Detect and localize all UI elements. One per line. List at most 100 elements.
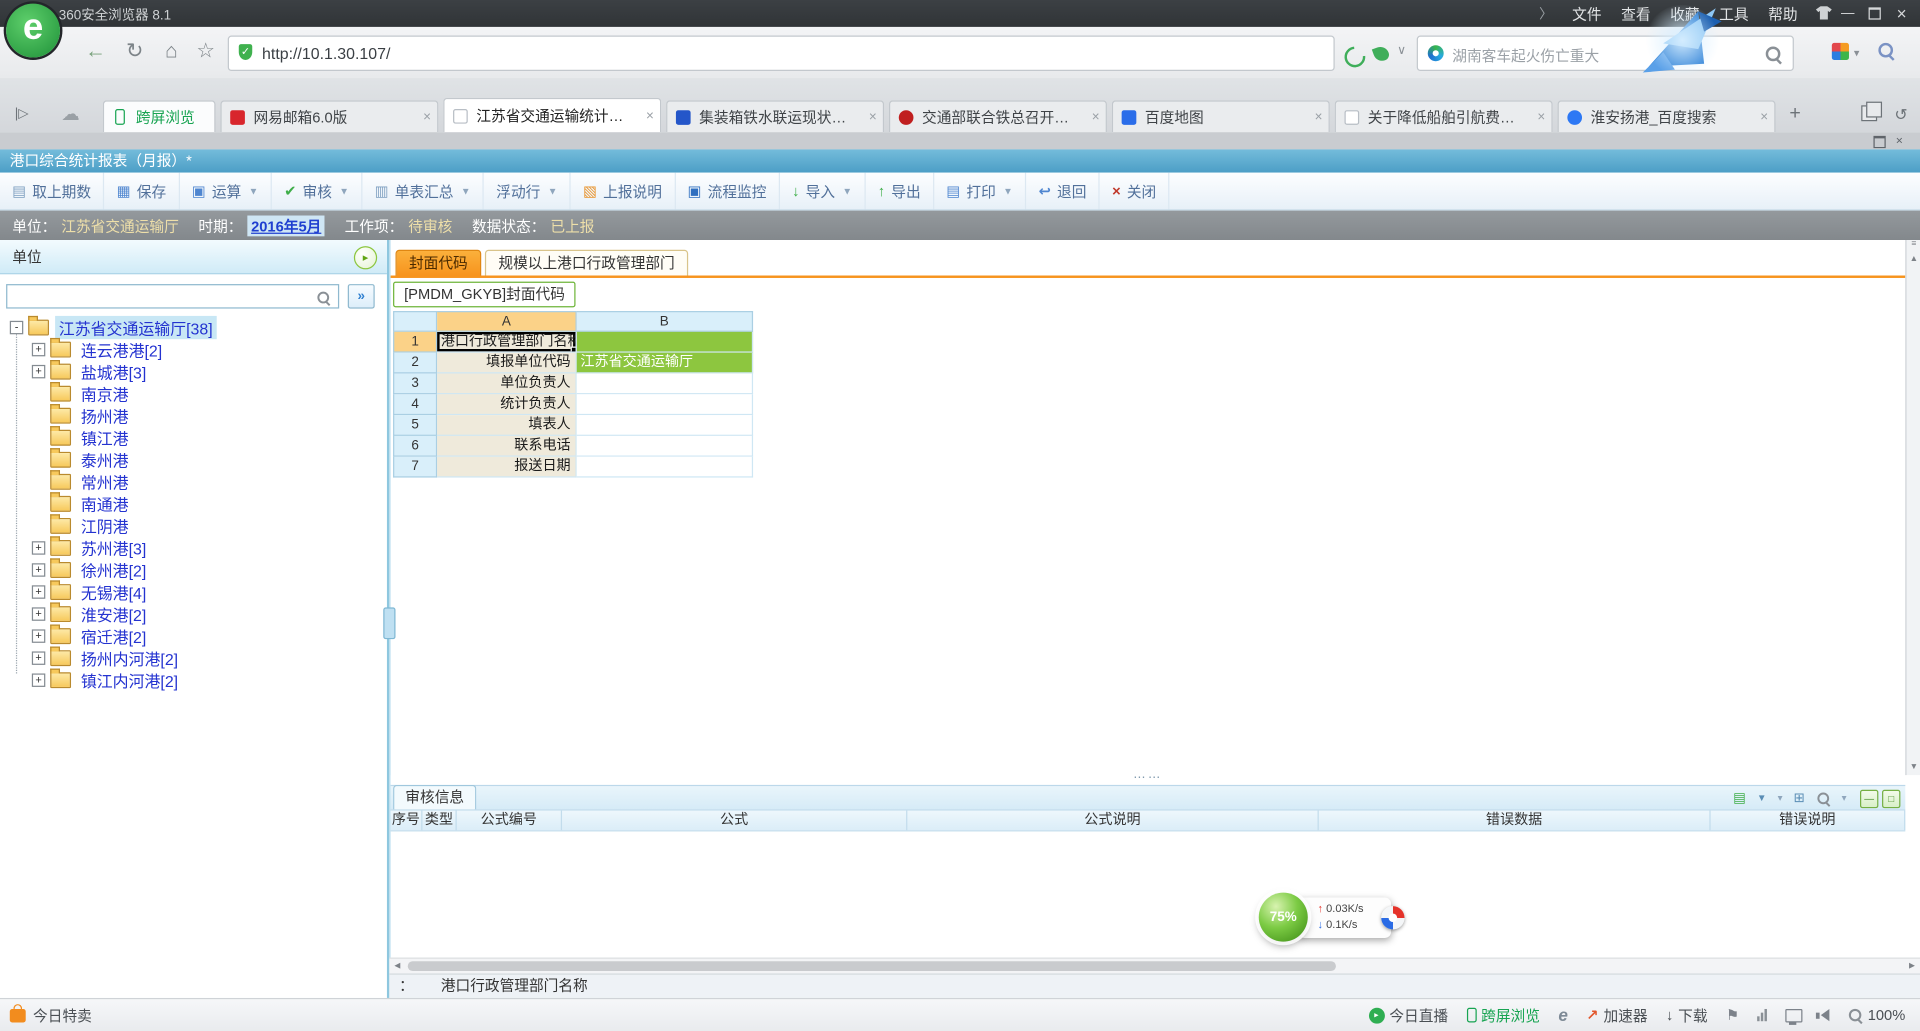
tree-toggle-icon[interactable] (32, 519, 45, 532)
tab-collapse-icon[interactable]: |▷ (15, 105, 29, 121)
tree-toggle-icon[interactable]: + (32, 585, 45, 598)
row-header[interactable]: 1 (393, 332, 437, 353)
accelerator-label[interactable]: 加速器 (1603, 1005, 1647, 1026)
tree-toggle-icon[interactable] (32, 430, 45, 443)
tree-item-label[interactable]: 镇江内河港[2] (77, 668, 182, 691)
audit-column-header[interactable]: 公式 (562, 811, 907, 831)
tree-item-label[interactable]: 连云港港[2] (77, 337, 166, 360)
download-item[interactable]: ↓ 下载 (1666, 1005, 1708, 1026)
toolbar-dropdown-icon[interactable]: ▼ (249, 186, 259, 197)
search-input[interactable]: 湖南客车起火伤亡重大 (1452, 45, 1599, 66)
tree-item[interactable]: + 苏州港[3] (0, 536, 387, 558)
toolbar-button[interactable]: ↓ 导入 ▼ (780, 173, 866, 210)
reopen-closed-tab-icon[interactable]: ↺ (1894, 105, 1907, 125)
cell-b[interactable]: 江苏省交通运输厅 (577, 353, 753, 374)
search-icon[interactable] (1766, 47, 1781, 62)
cell-a[interactable]: 填报单位代码 (437, 353, 577, 374)
tree-toggle-icon[interactable]: + (32, 342, 45, 355)
horizontal-scrollbar[interactable]: ◄ ► (389, 958, 1920, 974)
horizontal-splitter[interactable]: ⋯⋯ (391, 775, 1906, 785)
audit-column-header[interactable]: 类型 (422, 811, 456, 831)
tree-item[interactable]: 江阴港 (0, 514, 387, 536)
cell-b[interactable] (577, 332, 753, 353)
screenshot-tool-icon[interactable] (1878, 43, 1893, 61)
cell-b[interactable] (577, 436, 753, 457)
menu-item[interactable]: 查看 (1621, 3, 1650, 24)
panel-collapse-button[interactable]: ▸ (354, 246, 377, 269)
network-signal-icon[interactable] (1758, 1009, 1768, 1021)
flag-icon[interactable]: ⚑ (1726, 1007, 1739, 1024)
browser-tab[interactable]: 交通部联合铁总召开推进 × (889, 100, 1107, 132)
tree-toggle-icon[interactable]: + (32, 364, 45, 377)
zoom-icon[interactable] (1817, 792, 1829, 804)
back-button[interactable]: ← (81, 39, 110, 63)
toolbar-button[interactable]: ▦ 保存 (105, 173, 180, 210)
tree-item-label[interactable]: 常州港 (77, 470, 132, 493)
cell-b[interactable] (577, 394, 753, 415)
cell-a[interactable]: 单位负责人 (437, 373, 577, 394)
tab-list-icon[interactable] (1861, 105, 1877, 121)
toolbar-dropdown-icon[interactable]: ▼ (842, 186, 852, 197)
row-header[interactable]: 2 (393, 353, 437, 374)
menu-item[interactable]: 帮助 (1768, 3, 1797, 24)
column-header-a[interactable]: A (437, 311, 577, 332)
browser-logo-icon[interactable]: e (6, 4, 60, 58)
toolbar-button[interactable]: ↩ 退回 (1026, 173, 1100, 210)
tree-item[interactable]: 常州港 (0, 470, 387, 492)
vertical-scrollbar[interactable]: ≡ ▲ ▼ (1905, 240, 1920, 775)
toolbar-button[interactable]: ▣ 运算 ▼ (180, 173, 272, 210)
search-box[interactable]: 湖南客车起火伤亡重大 (1417, 36, 1794, 72)
tree-item[interactable]: 扬州港 (0, 404, 387, 426)
audit-caret-icon[interactable]: ▾ (1778, 792, 1783, 803)
network-speed-widget[interactable]: ↗↑ 0.03K/s ↓ 0.1K/s 75% (1259, 890, 1406, 949)
tree-item[interactable]: + 淮安港[2] (0, 602, 387, 624)
site-safety-shield-icon[interactable]: ✓ (239, 44, 252, 60)
toolbar-dropdown-icon[interactable]: ▼ (461, 186, 471, 197)
scroll-left-icon[interactable]: ◄ (389, 959, 405, 974)
mdi-restore-icon[interactable] (1874, 135, 1886, 147)
search-engine-logo-icon[interactable] (1428, 45, 1444, 61)
tree-item[interactable]: - 江苏省交通运输厅[38] (0, 316, 387, 338)
tree-toggle-icon[interactable] (32, 452, 45, 465)
browser-tab[interactable]: 跨屏浏览 (103, 100, 216, 132)
speed-mode-icon[interactable]: e (1558, 1005, 1568, 1025)
tab-close-icon[interactable]: × (1760, 102, 1768, 133)
toolbar-button[interactable]: ▤ 打印 ▼ (934, 173, 1026, 210)
cross-screen-label[interactable]: 跨屏浏览 (1481, 1005, 1540, 1026)
tree-item-label[interactable]: 江阴港 (77, 514, 132, 537)
tree-toggle-icon[interactable] (32, 386, 45, 399)
tree-item[interactable]: + 镇江内河港[2] (0, 669, 387, 691)
tree-toggle-icon[interactable] (32, 408, 45, 421)
tree-item-label[interactable]: 宿迁港[2] (77, 624, 150, 647)
tree-toggle-icon[interactable]: - (10, 320, 23, 333)
toolbar-button[interactable]: ↑ 导出 (866, 173, 935, 210)
search-icon[interactable] (317, 292, 329, 304)
tree-item[interactable]: 南通港 (0, 492, 387, 514)
tab-close-icon[interactable]: × (1092, 102, 1100, 133)
address-bar[interactable]: ✓ http://10.1.30.107/ (228, 36, 1335, 72)
download-label[interactable]: 下载 (1678, 1005, 1707, 1026)
tree-item-label[interactable]: 南通港 (77, 492, 132, 515)
toolbar-button[interactable]: ✔ 审核 ▼ (272, 173, 363, 210)
browser-tab[interactable]: 关于降低船舶引航费收费 × (1335, 100, 1553, 132)
menu-item[interactable]: 收藏 (1670, 3, 1699, 24)
row-header[interactable]: 5 (393, 415, 437, 436)
mdi-close-icon[interactable]: × (1896, 135, 1903, 148)
accelerator-item[interactable]: ↗ 加速器 (1586, 1005, 1647, 1026)
tree-item[interactable]: + 无锡港[4] (0, 580, 387, 602)
tree-item[interactable]: + 扬州内河港[2] (0, 647, 387, 669)
zoom-caret-icon[interactable]: ▾ (1842, 792, 1847, 803)
row-header[interactable]: 4 (393, 394, 437, 415)
no-trace-icon[interactable] (1340, 42, 1369, 71)
scrollbar-lines-icon[interactable]: ≡ (1907, 240, 1920, 249)
toolbar-button[interactable]: ▧ 上报说明 (571, 173, 676, 210)
grid-view-icon[interactable]: ⊞ (1794, 790, 1805, 806)
tree-item-label[interactable]: 无锡港[4] (77, 580, 150, 603)
tab-close-icon[interactable]: × (646, 99, 654, 132)
select-all-corner[interactable] (393, 311, 437, 332)
menu-item[interactable]: 文件 (1572, 3, 1601, 24)
tree-item-label[interactable]: 江苏省交通运输厅[38] (55, 315, 216, 338)
tree-toggle-icon[interactable]: + (32, 673, 45, 686)
audit-column-header[interactable]: 序号 (391, 811, 423, 831)
home-button[interactable]: ⌂ (157, 39, 186, 63)
